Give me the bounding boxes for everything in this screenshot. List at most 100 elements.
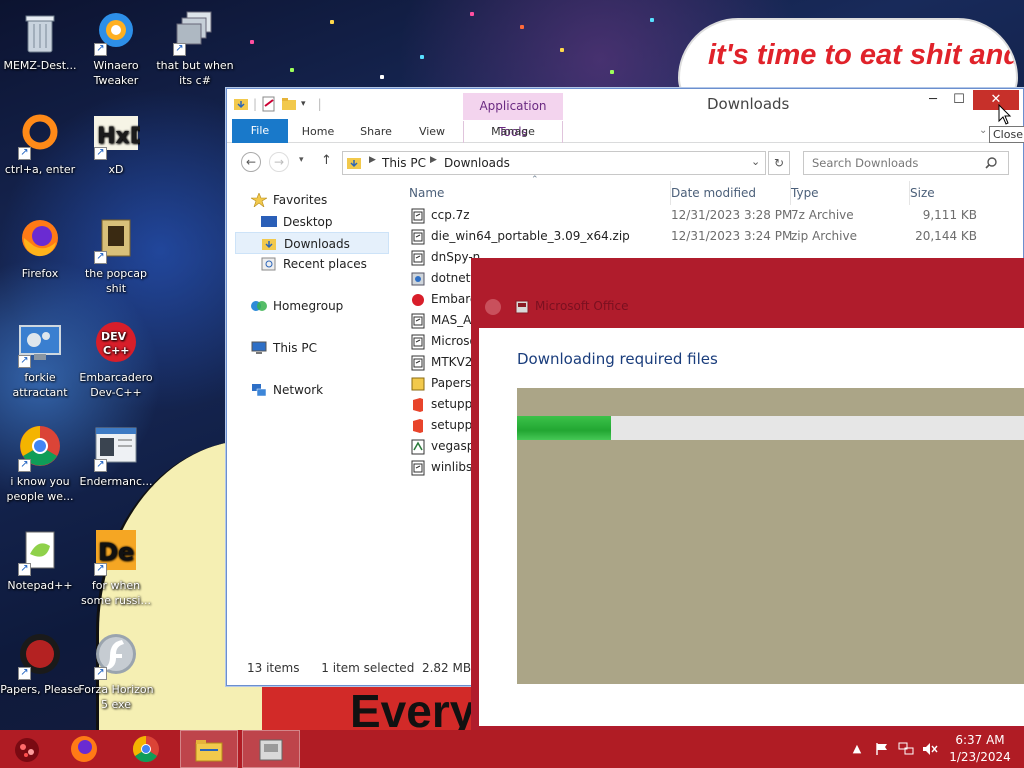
nav-label: Desktop <box>283 215 333 229</box>
breadcrumb-this-pc[interactable]: This PC <box>382 156 426 170</box>
recent-locations-icon[interactable]: ▾ <box>299 155 304 165</box>
recycle-bin-icon <box>16 8 64 56</box>
minimize-button[interactable]: ─ <box>919 90 947 110</box>
column-header-size[interactable]: Size <box>909 181 985 205</box>
expand-ribbon-icon[interactable]: ⌄ <box>979 125 987 136</box>
desktop-icon-devcpp[interactable]: DEV C++ Embarcadero Dev-C++ <box>76 320 156 400</box>
shortcut-arrow-icon: ↗ <box>94 667 107 680</box>
show-hidden-icons[interactable]: ▲ <box>850 742 864 756</box>
item-count: 13 items <box>247 661 300 675</box>
tab-file[interactable]: File <box>232 119 288 143</box>
dialog-title: Microsoft Office <box>535 299 629 313</box>
nav-desktop[interactable]: Desktop <box>261 211 333 233</box>
chrome-icon: ↗ <box>16 424 64 472</box>
dialog-heading: Downloading required files <box>517 350 718 368</box>
tab-home[interactable]: Home <box>295 121 341 143</box>
nav-favorites[interactable]: Favorites <box>251 189 327 211</box>
nav-homegroup[interactable]: Homegroup <box>251 295 343 317</box>
desktop-icon-winaero[interactable]: ↗ Winaero Tweaker <box>76 8 156 88</box>
search-input[interactable]: Search Downloads <box>803 151 1009 175</box>
title-bar[interactable]: | ▾ | Application Tools Downloads ─ ☐ ✕ <box>227 89 1023 139</box>
desktop-icon-memz[interactable]: MEMZ-Dest... <box>0 8 80 73</box>
desktop-icon-ctrl-a[interactable]: ↗ ctrl+a, enter <box>0 112 80 177</box>
desktop-icon-forkie[interactable]: ↗ forkie attractant <box>0 320 80 400</box>
notepadpp-icon: ↗ <box>16 528 64 576</box>
refresh-button[interactable]: ↻ <box>768 151 790 175</box>
column-header-type[interactable]: Type <box>790 181 900 205</box>
close-button[interactable]: ✕ <box>973 90 1019 110</box>
taskbar-installer[interactable] <box>242 730 300 768</box>
file-size: 9,111 KB <box>922 208 977 222</box>
shortcut-arrow-icon: ↗ <box>94 563 107 576</box>
desktop-icon-that-but-when[interactable]: ↗ that but when its c# <box>155 8 235 88</box>
die-icon: De ↗ <box>92 528 140 576</box>
devcpp-file-icon <box>411 292 425 308</box>
desktop-icon-popcap[interactable]: ↗ the popcap shit <box>76 216 156 296</box>
forward-button[interactable]: → <box>269 152 289 172</box>
nav-downloads[interactable]: Downloads <box>235 232 389 254</box>
taskbar-file-explorer[interactable] <box>180 730 238 768</box>
action-center-flag-icon[interactable] <box>875 742 889 756</box>
desktop-icon-die[interactable]: De ↗ for when some russi... <box>76 528 156 608</box>
archive-file-icon <box>411 208 425 224</box>
shortcut-arrow-icon: ↗ <box>18 355 31 368</box>
desktop-icon-notepadpp[interactable]: ↗ Notepad++ <box>0 528 80 593</box>
breadcrumb-downloads[interactable]: Downloads <box>444 156 510 170</box>
taskbar-firefox[interactable] <box>56 730 114 768</box>
address-row: ← → ▾ ↑ ▶ This PC ▶ Downloads ⌄ ↻ Search… <box>227 143 1023 179</box>
address-dropdown-icon[interactable]: ⌄ <box>751 155 760 168</box>
dialog-body: Downloading required files <box>479 328 1024 726</box>
desktop-icon-label: Papers, Please <box>0 683 80 696</box>
installer-file-icon <box>411 271 425 287</box>
file-date: 12/31/2023 3:24 PM <box>671 229 793 243</box>
address-bar[interactable]: ▶ This PC ▶ Downloads ⌄ <box>342 151 766 175</box>
desktop-icon-label: Firefox <box>21 267 59 280</box>
tab-view[interactable]: View <box>409 121 455 143</box>
tab-manage[interactable]: Manage <box>463 121 563 143</box>
column-header-date[interactable]: Date modified <box>670 181 780 205</box>
winaero-icon: ↗ <box>92 8 140 56</box>
popcap-icon: ↗ <box>92 216 140 264</box>
desktop-icon-forza[interactable]: ↗ Forza Horizon 5 exe <box>76 632 156 712</box>
search-icon[interactable] <box>985 157 997 169</box>
desktop-icon-label: that but when its c# <box>156 59 234 87</box>
windows-stack-icon: ↗ <box>171 8 219 56</box>
desktop-icon-endermanch[interactable]: ↗ Endermanc... <box>76 424 156 489</box>
start-button[interactable] <box>2 730 52 768</box>
network-icon <box>252 383 267 396</box>
folder-down-icon[interactable] <box>233 96 249 112</box>
dialog-close-circle-icon[interactable] <box>485 299 501 315</box>
download-dialog[interactable]: Microsoft Office Downloading required fi… <box>471 258 1024 744</box>
shortcut-arrow-icon: ↗ <box>94 43 107 56</box>
vegas-file-icon <box>411 439 425 455</box>
installer-icon <box>515 300 529 314</box>
file-row[interactable]: ccp.7z 12/31/2023 3:28 PM 7z Archive 9,111 … <box>403 205 1003 226</box>
file-row[interactable]: die_win64_portable_3.09_x64.zip 12/31/202… <box>403 226 1003 247</box>
nav-this-pc[interactable]: This PC <box>251 337 317 359</box>
nav-network[interactable]: Network <box>251 379 323 401</box>
desktop-icon-firefox[interactable]: Firefox <box>0 216 80 281</box>
desktop-icon-label: MEMZ-Dest... <box>3 59 77 72</box>
new-folder-icon[interactable] <box>281 96 297 112</box>
confetti <box>420 55 424 59</box>
network-icon[interactable] <box>898 742 914 756</box>
desktop-icon-chrome[interactable]: ↗ i know you people we... <box>0 424 80 504</box>
desktop-icon-xd[interactable]: HxD ↗ xD <box>76 112 156 177</box>
tab-share[interactable]: Share <box>353 121 399 143</box>
desktop-icon-papers-please[interactable]: ↗ Papers, Please <box>0 632 80 697</box>
maximize-button[interactable]: ☐ <box>945 90 973 110</box>
quick-access-toolbar: | ▾ | <box>233 96 322 112</box>
volume-muted-icon[interactable] <box>922 742 938 756</box>
customize-qat-icon[interactable]: ▾ <box>301 99 306 109</box>
desktop-icon-label: ctrl+a, enter <box>4 163 76 176</box>
desktop-icon-label: xD <box>108 163 124 176</box>
up-button[interactable]: ↑ <box>321 153 332 168</box>
column-header-name[interactable]: Name <box>409 181 659 205</box>
nav-recent-places[interactable]: Recent places <box>261 253 367 275</box>
taskbar-chrome[interactable] <box>118 730 176 768</box>
back-button[interactable]: ← <box>241 152 261 172</box>
shortcut-arrow-icon: ↗ <box>18 667 31 680</box>
taskbar-clock[interactable]: 6:37 AM 1/23/2024 <box>940 732 1020 766</box>
properties-icon[interactable] <box>261 96 277 112</box>
desktop-icon-label: Winaero Tweaker <box>93 59 139 87</box>
